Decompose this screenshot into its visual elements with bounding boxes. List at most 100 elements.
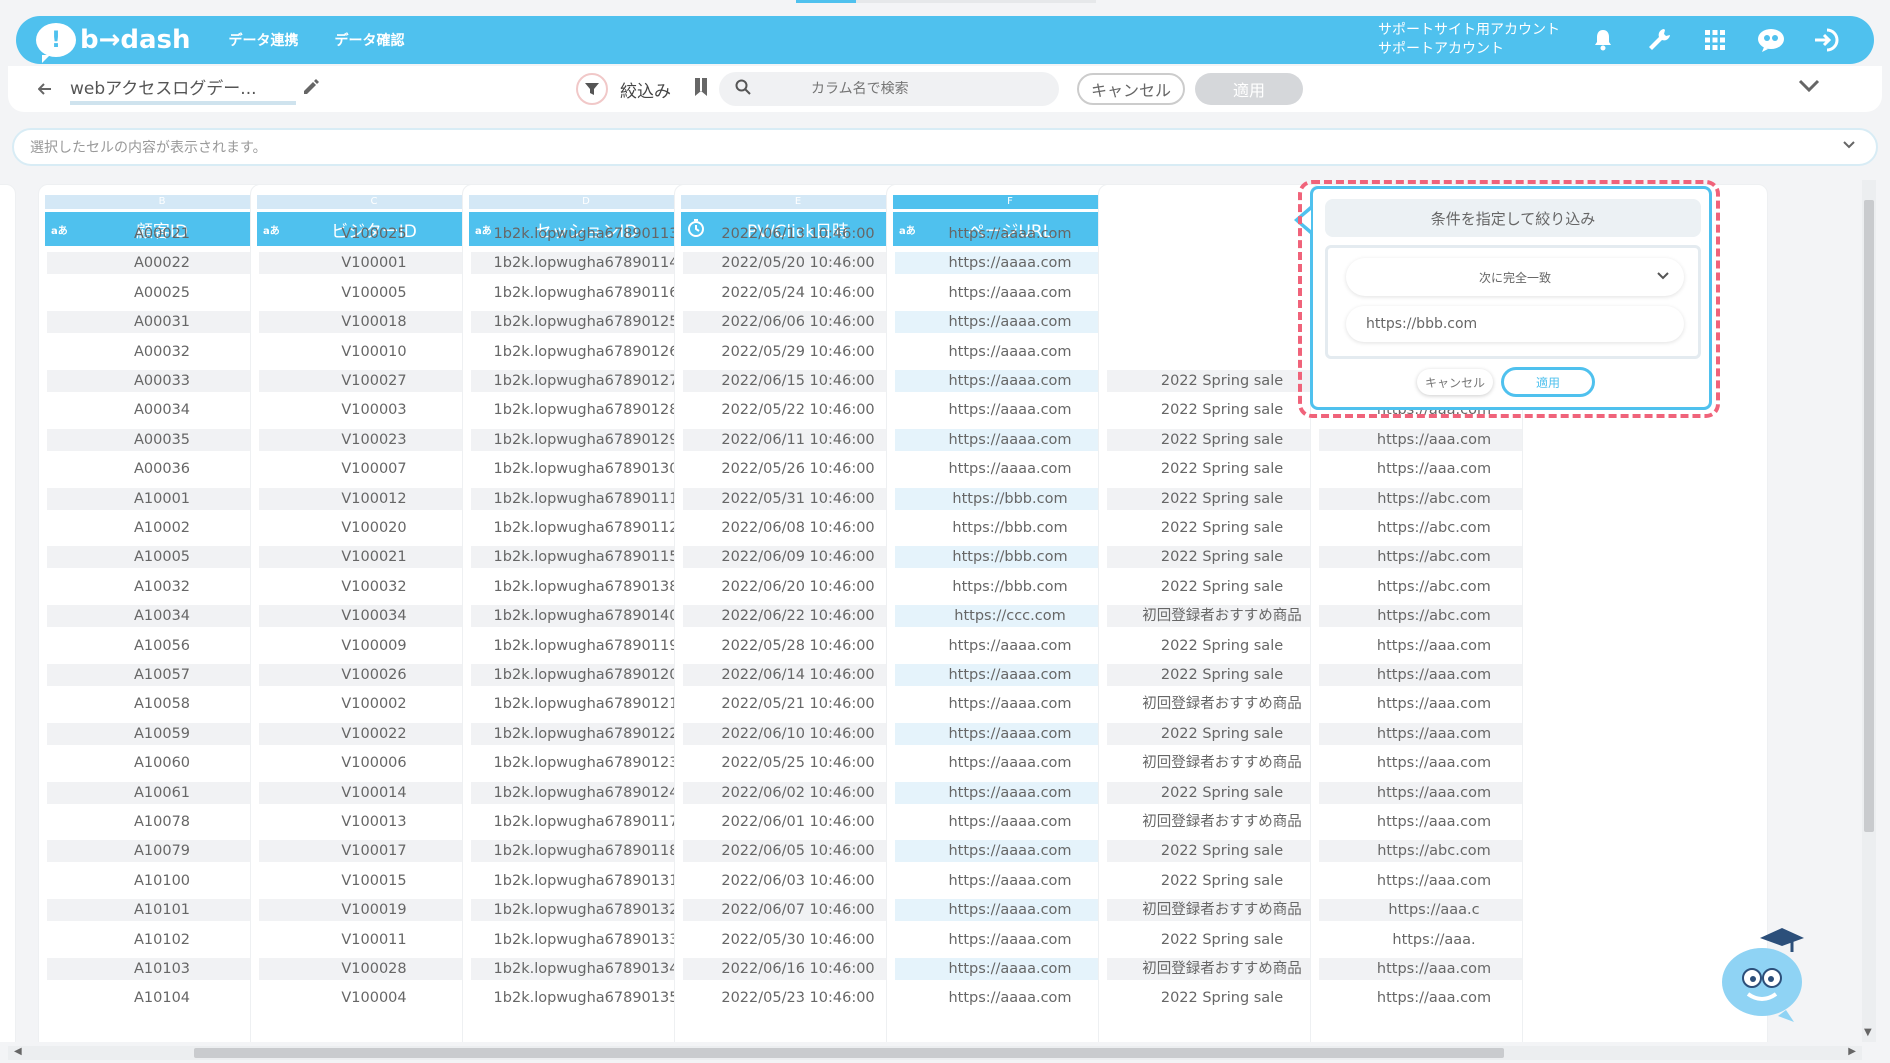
table-cell[interactable]: 1b2k.lopwugha67890111 xyxy=(471,487,701,510)
table-cell[interactable]: V100007 xyxy=(259,458,489,480)
table-cell[interactable]: 1b2k.lopwugha67890122 xyxy=(471,722,701,745)
toolbar-cancel-button[interactable]: キャンセル xyxy=(1077,73,1185,105)
table-cell[interactable]: 2022/05/21 10:46:00 xyxy=(683,693,913,715)
table-cell[interactable]: 1b2k.lopwugha67890123 xyxy=(471,752,701,774)
account-info[interactable]: サポートサイト用アカウント サポートアカウント xyxy=(1378,21,1560,59)
table-cell[interactable]: 2022/06/08 10:46:00 xyxy=(683,517,913,539)
table-cell[interactable]: 1b2k.lopwugha67890115 xyxy=(471,546,701,569)
table-cell[interactable]: https://abc.com xyxy=(1319,840,1549,863)
table-cell[interactable]: V100003 xyxy=(259,399,489,421)
column-letter[interactable]: C xyxy=(257,195,491,209)
table-cell[interactable]: https://aaaa.com xyxy=(895,929,1125,951)
table-cell[interactable]: V100009 xyxy=(259,635,489,657)
table-cell[interactable]: V100011 xyxy=(259,929,489,951)
table-cell[interactable]: 初回登録者おすすめ商品 xyxy=(1107,693,1337,715)
table-cell[interactable]: 2022/06/11 10:46:00 xyxy=(683,428,913,451)
table-cell[interactable]: 1b2k.lopwugha67890126 xyxy=(471,341,701,363)
table-cell[interactable]: V100027 xyxy=(259,370,489,392)
table-cell[interactable]: 初回登録者おすすめ商品 xyxy=(1107,752,1337,774)
table-cell[interactable]: 2022/06/13 10:46:00 xyxy=(683,223,913,245)
table-cell[interactable]: https://aaaa.com xyxy=(895,722,1125,745)
table-cell[interactable]: 1b2k.lopwugha67890134 xyxy=(471,958,701,980)
table-cell[interactable]: 2022 Spring sale xyxy=(1107,929,1337,951)
table-cell[interactable]: https://aaaa.com xyxy=(895,635,1125,657)
table-cell[interactable]: 2022/06/10 10:46:00 xyxy=(683,722,913,745)
table-cell[interactable]: https://aaa.com xyxy=(1319,458,1549,480)
table-cell[interactable]: A00031 xyxy=(47,311,277,334)
logout-icon[interactable] xyxy=(1812,25,1842,55)
table-cell[interactable]: 1b2k.lopwugha67890127 xyxy=(471,370,701,392)
table-cell[interactable]: 2022 Spring sale xyxy=(1107,722,1337,745)
table-cell[interactable]: 2022/06/06 10:46:00 xyxy=(683,311,913,334)
table-cell[interactable]: https://bbb.com xyxy=(895,487,1125,510)
table-cell[interactable]: 1b2k.lopwugha67890114 xyxy=(471,252,701,275)
table-cell[interactable]: A10032 xyxy=(47,576,277,598)
table-cell[interactable]: 1b2k.lopwugha67890117 xyxy=(471,811,701,833)
table-cell[interactable]: https://aaaa.com xyxy=(895,811,1125,833)
collapse-chevron-icon[interactable] xyxy=(1798,78,1820,97)
wrench-icon[interactable] xyxy=(1644,25,1674,55)
table-cell[interactable]: 1b2k.lopwugha67890140 xyxy=(471,605,701,628)
table-cell[interactable]: 1b2k.lopwugha67890133 xyxy=(471,929,701,951)
table-cell[interactable]: https://aaa.com xyxy=(1319,752,1549,774)
table-cell[interactable]: 1b2k.lopwugha67890138 xyxy=(471,576,701,598)
table-cell[interactable]: A10102 xyxy=(47,929,277,951)
horizontal-scroll-thumb[interactable] xyxy=(194,1048,1504,1058)
table-cell[interactable]: 2022 Spring sale xyxy=(1107,517,1337,539)
cell-content-bar[interactable]: 選択したセルの内容が表示されます。 xyxy=(12,128,1878,166)
table-cell[interactable]: 2022 Spring sale xyxy=(1107,546,1337,569)
table-cell[interactable]: 1b2k.lopwugha67890119 xyxy=(471,635,701,657)
table-cell[interactable]: 初回登録者おすすめ商品 xyxy=(1107,605,1337,628)
table-cell[interactable]: A10061 xyxy=(47,781,277,804)
table-cell[interactable]: V100014 xyxy=(259,781,489,804)
table-cell[interactable]: V100025 xyxy=(259,223,489,245)
table-cell[interactable]: A10100 xyxy=(47,870,277,892)
table-cell[interactable]: 2022/06/16 10:46:00 xyxy=(683,958,913,980)
table-cell[interactable]: 2022 Spring sale xyxy=(1107,840,1337,863)
scroll-left-arrow-icon[interactable]: ◀ xyxy=(14,1046,22,1057)
table-cell[interactable]: https://aaaa.com xyxy=(895,341,1125,363)
scroll-down-arrow-icon[interactable]: ▼ xyxy=(1864,1027,1872,1038)
table-cell[interactable]: 2022/05/22 10:46:00 xyxy=(683,399,913,421)
table-cell[interactable]: 1b2k.lopwugha67890124 xyxy=(471,781,701,804)
table-cell[interactable]: 2022/06/07 10:46:00 xyxy=(683,899,913,922)
table-cell[interactable]: 2022/05/24 10:46:00 xyxy=(683,282,913,304)
table-cell[interactable]: 2022/05/29 10:46:00 xyxy=(683,341,913,363)
toolbar-apply-button[interactable]: 適用 xyxy=(1195,73,1303,105)
table-cell[interactable]: https://aaaa.com xyxy=(895,458,1125,480)
table-cell[interactable]: V100018 xyxy=(259,311,489,334)
table-cell[interactable]: 2022/06/03 10:46:00 xyxy=(683,870,913,892)
table-cell[interactable]: 2022/06/05 10:46:00 xyxy=(683,840,913,863)
filter-funnel-icon[interactable] xyxy=(576,73,608,105)
table-cell[interactable]: V100015 xyxy=(259,870,489,892)
table-cell[interactable]: A00036 xyxy=(47,458,277,480)
column-letter[interactable]: B xyxy=(45,195,279,209)
table-cell[interactable]: A10104 xyxy=(47,987,277,1009)
table-cell[interactable]: A10057 xyxy=(47,664,277,686)
table-cell[interactable]: V100022 xyxy=(259,722,489,745)
table-cell[interactable]: https://aaaa.com xyxy=(895,252,1125,275)
sheet-name[interactable]: webアクセスログデー... xyxy=(70,74,296,105)
table-cell[interactable]: 2022/06/22 10:46:00 xyxy=(683,605,913,628)
table-cell[interactable]: 2022/06/09 10:46:00 xyxy=(683,546,913,569)
table-cell[interactable]: https://aaa.com xyxy=(1319,722,1549,745)
table-cell[interactable]: https://aaaa.com xyxy=(895,399,1125,421)
table-cell[interactable]: A10005 xyxy=(47,546,277,569)
table-cell[interactable]: 1b2k.lopwugha67890116 xyxy=(471,282,701,304)
table-cell[interactable]: V100005 xyxy=(259,282,489,304)
table-cell[interactable]: 2022/05/26 10:46:00 xyxy=(683,458,913,480)
column-letter[interactable]: F xyxy=(893,195,1127,209)
table-cell[interactable]: 1b2k.lopwugha67890132 xyxy=(471,899,701,922)
table-cell[interactable]: 1b2k.lopwugha67890129 xyxy=(471,428,701,451)
table-cell[interactable]: 2022 Spring sale xyxy=(1107,487,1337,510)
table-cell[interactable]: 2022/05/28 10:46:00 xyxy=(683,635,913,657)
table-cell[interactable]: V100028 xyxy=(259,958,489,980)
table-cell[interactable]: A00022 xyxy=(47,252,277,275)
vertical-scroll-thumb[interactable] xyxy=(1864,200,1874,832)
table-cell[interactable]: A00021 xyxy=(47,223,277,245)
table-cell[interactable]: https://aaa.com xyxy=(1319,635,1549,657)
bell-icon[interactable] xyxy=(1588,25,1618,55)
table-cell[interactable]: https://aaaa.com xyxy=(895,282,1125,304)
nav-data-link[interactable]: データ連携 xyxy=(229,30,299,50)
table-cell[interactable]: 1b2k.lopwugha67890113 xyxy=(471,223,701,245)
